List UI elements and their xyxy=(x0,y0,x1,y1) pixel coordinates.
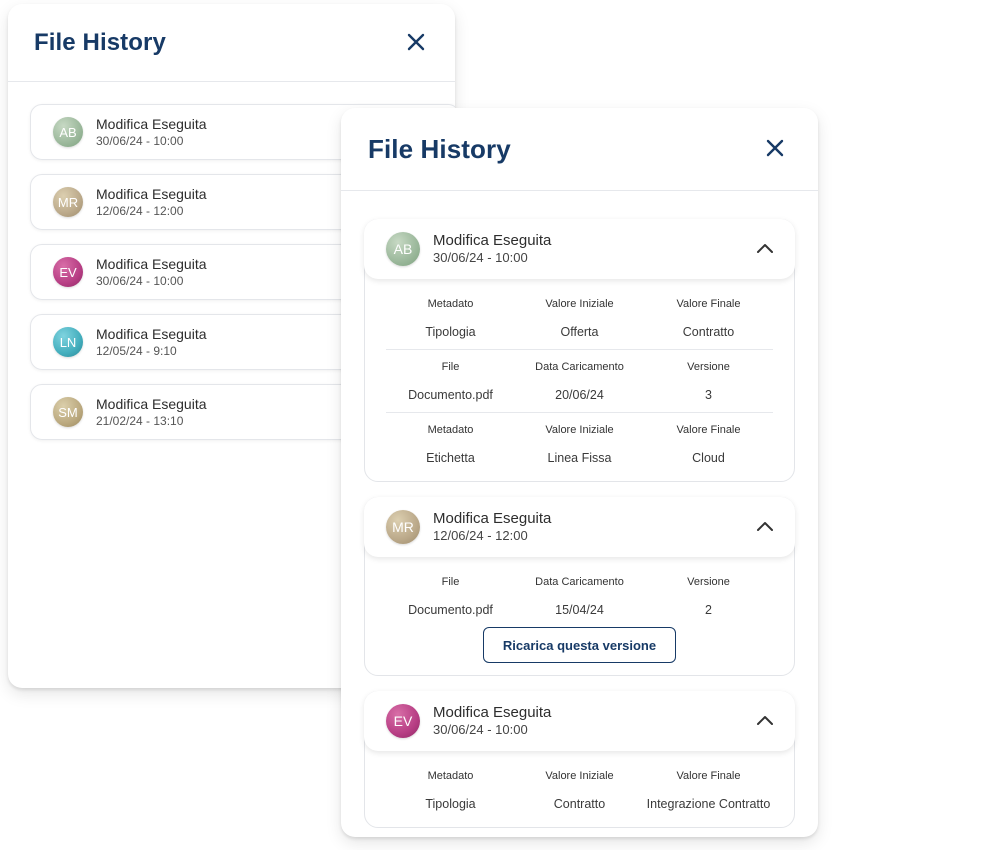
avatar: LN xyxy=(53,327,83,357)
detail-header: Versione xyxy=(687,361,730,373)
history-card: EV Modifica Eseguita 30/06/24 - 10:00 Me… xyxy=(364,691,795,828)
avatar: AB xyxy=(53,117,83,147)
detail-header: Valore Iniziale xyxy=(545,298,614,310)
detail-value: Contratto xyxy=(553,797,606,811)
panel-header: File History xyxy=(8,4,455,82)
chevron-up-icon[interactable] xyxy=(755,239,775,259)
close-button[interactable] xyxy=(764,137,788,161)
panel-title: File History xyxy=(34,28,166,56)
detail-value: Documento.pdf xyxy=(408,388,493,402)
close-icon xyxy=(766,139,784,157)
detail-header: Metadato xyxy=(427,298,474,310)
detail-header: Valore Finale xyxy=(676,298,741,310)
detail-row: Metadato Valore Iniziale Valore Finale T… xyxy=(386,759,773,821)
history-card-details: Metadato Valore Iniziale Valore Finale T… xyxy=(365,279,794,481)
history-card-details: Metadato Valore Iniziale Valore Finale T… xyxy=(365,751,794,827)
chevron-up-icon[interactable] xyxy=(755,711,775,731)
item-date: 30/06/24 - 10:00 xyxy=(96,134,184,148)
detail-value: Documento.pdf xyxy=(408,603,493,617)
avatar: MR xyxy=(53,187,83,217)
detail-value: Contratto xyxy=(682,325,735,339)
detail-header: File xyxy=(441,361,460,373)
detail-row: File Data Caricamento Versione Documento… xyxy=(386,349,773,412)
detail-row: Metadato Valore Iniziale Valore Finale T… xyxy=(386,287,773,349)
detail-value: Cloud xyxy=(692,451,725,465)
history-card-header[interactable]: AB Modifica Eseguita 30/06/24 - 10:00 xyxy=(364,219,795,279)
detail-header: Data Caricamento xyxy=(535,361,624,373)
detail-header: Valore Iniziale xyxy=(545,424,614,436)
detail-value: Etichetta xyxy=(426,451,475,465)
item-title: Modifica Eseguita xyxy=(96,396,207,412)
avatar: SM xyxy=(53,397,83,427)
detail-header: Versione xyxy=(687,576,730,588)
detail-header: Data Caricamento xyxy=(535,576,624,588)
detail-value: 20/06/24 xyxy=(555,388,604,402)
close-button[interactable] xyxy=(405,31,429,55)
item-date: 30/06/24 - 10:00 xyxy=(433,722,528,737)
item-title: Modifica Eseguita xyxy=(96,326,207,342)
item-title: Modifica Eseguita xyxy=(433,232,552,249)
panel-header: File History xyxy=(341,108,818,191)
detail-header: Valore Finale xyxy=(676,424,741,436)
history-card-header[interactable]: EV Modifica Eseguita 30/06/24 - 10:00 xyxy=(364,691,795,751)
history-card-header[interactable]: MR Modifica Eseguita 12/06/24 - 12:00 xyxy=(364,497,795,557)
file-history-panel-expanded: File History AB Modifica Eseguita 30/06/… xyxy=(341,108,818,837)
detail-value: Linea Fissa xyxy=(547,451,612,465)
detail-value: 15/04/24 xyxy=(555,603,604,617)
item-title: Modifica Eseguita xyxy=(433,510,552,527)
history-card: MR Modifica Eseguita 12/06/24 - 12:00 Fi… xyxy=(364,497,795,676)
detail-header: Metadato xyxy=(427,424,474,436)
history-card: AB Modifica Eseguita 30/06/24 - 10:00 Me… xyxy=(364,219,795,482)
close-icon xyxy=(407,33,425,50)
reload-version-button[interactable]: Ricarica questa versione xyxy=(483,627,676,663)
item-date: 12/05/24 - 9:10 xyxy=(96,344,177,358)
detail-value: Offerta xyxy=(560,325,599,339)
item-date: 21/02/24 - 13:10 xyxy=(96,414,184,428)
item-title: Modifica Eseguita xyxy=(96,116,207,132)
avatar: EV xyxy=(386,704,420,738)
detail-value: Tipologia xyxy=(425,325,476,339)
avatar: EV xyxy=(53,257,83,287)
item-date: 12/06/24 - 12:00 xyxy=(96,204,184,218)
avatar: MR xyxy=(386,510,420,544)
detail-header: File xyxy=(441,576,460,588)
detail-header: Metadato xyxy=(427,770,474,782)
item-date: 12/06/24 - 12:00 xyxy=(433,528,528,543)
detail-header: Valore Finale xyxy=(676,770,741,782)
detail-value: 3 xyxy=(705,388,712,402)
detail-row: Metadato Valore Iniziale Valore Finale E… xyxy=(386,412,773,475)
item-title: Modifica Eseguita xyxy=(96,256,207,272)
detail-value: 2 xyxy=(705,603,712,617)
history-card-details: File Data Caricamento Versione Documento… xyxy=(365,557,794,675)
detail-value: Tipologia xyxy=(425,797,476,811)
item-date: 30/06/24 - 10:00 xyxy=(96,274,184,288)
item-title: Modifica Eseguita xyxy=(96,186,207,202)
avatar: AB xyxy=(386,232,420,266)
history-list: AB Modifica Eseguita 30/06/24 - 10:00 Me… xyxy=(341,191,818,828)
chevron-up-icon[interactable] xyxy=(755,517,775,537)
item-date: 30/06/24 - 10:00 xyxy=(433,250,528,265)
detail-row: File Data Caricamento Versione Documento… xyxy=(386,565,773,627)
detail-value: Integrazione Contratto xyxy=(646,797,771,811)
panel-title: File History xyxy=(368,133,511,164)
item-title: Modifica Eseguita xyxy=(433,704,552,721)
detail-header: Valore Iniziale xyxy=(545,770,614,782)
